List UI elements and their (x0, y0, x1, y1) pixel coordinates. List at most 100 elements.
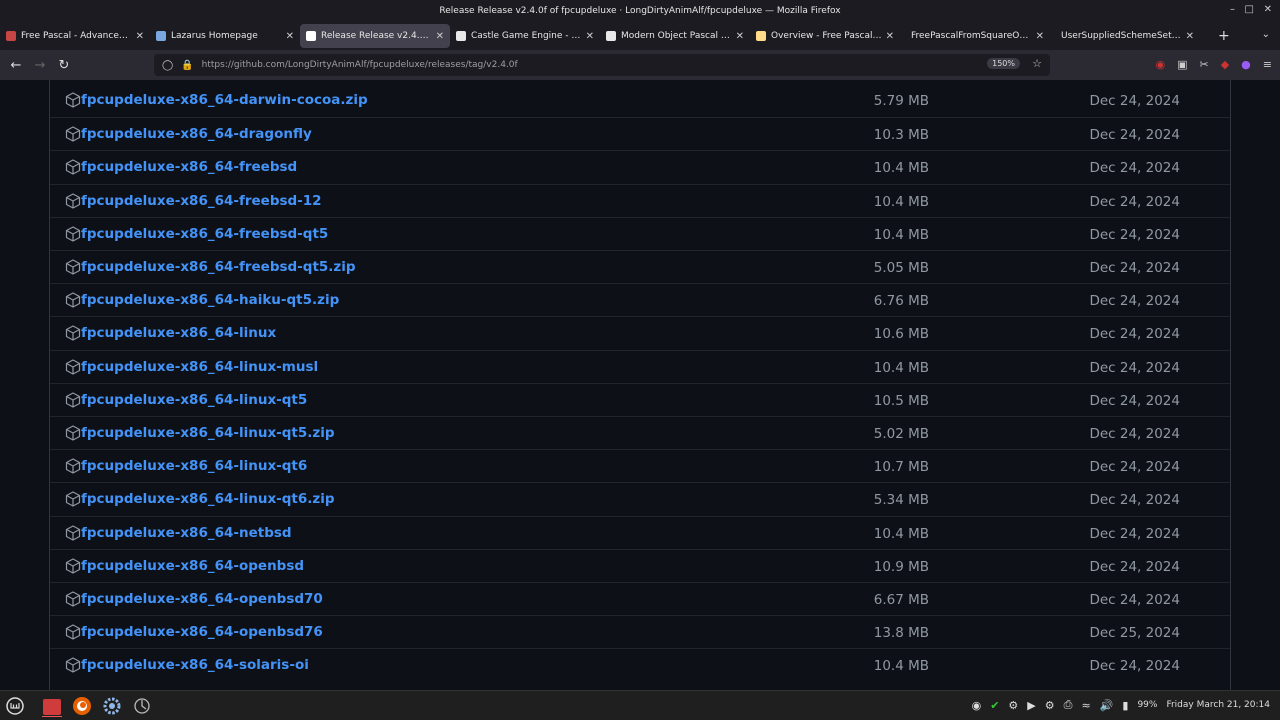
discord-icon[interactable]: ◉ (972, 699, 982, 712)
asset-date: Dec 25, 2024 (1089, 625, 1180, 642)
mint-menu-icon[interactable] (5, 696, 25, 716)
asset-row: fpcupdeluxe-x86_64-dragonfly 10.3 MB Dec 2… (50, 117, 1230, 150)
tab-close-icon[interactable]: ✕ (1036, 31, 1044, 42)
asset-date: Dec 24, 2024 (1089, 127, 1180, 144)
firefox-app-icon[interactable] (72, 696, 92, 716)
minimize-button[interactable]: – (1230, 4, 1235, 15)
forward-button[interactable]: → (28, 58, 52, 73)
package-icon (65, 226, 81, 242)
asset-link[interactable]: fpcupdeluxe-x86_64-linux-qt6.zip (81, 491, 335, 507)
new-tab-button[interactable]: + (1218, 28, 1230, 44)
tab-close-icon[interactable]: ✕ (286, 31, 294, 42)
tab-label: Release Release v2.4.0f of f (321, 31, 432, 41)
asset-link[interactable]: fpcupdeluxe-x86_64-netbsd (81, 525, 292, 541)
asset-link[interactable]: fpcupdeluxe-x86_64-openbsd (81, 558, 304, 574)
asset-date: Dec 24, 2024 (1089, 525, 1180, 542)
asset-date: Dec 24, 2024 (1089, 426, 1180, 442)
bluetooth-icon[interactable]: ▶ (1027, 699, 1035, 712)
asset-date: Dec 24, 2024 (1089, 492, 1180, 509)
asset-link[interactable]: fpcupdeluxe-x86_64-linux-qt5 (81, 392, 307, 408)
package-icon (65, 325, 81, 341)
screenshot-app-icon[interactable] (132, 696, 152, 716)
asset-link[interactable]: fpcupdeluxe-x86_64-openbsd76 (81, 624, 323, 640)
asset-link[interactable]: fpcupdeluxe-x86_64-freebsd-qt5 (81, 226, 328, 242)
asset-link[interactable]: fpcupdeluxe-x86_64-linux-qt5.zip (81, 425, 335, 441)
asset-link[interactable]: fpcupdeluxe-x86_64-openbsd70 (81, 591, 323, 607)
asset-link[interactable]: fpcupdeluxe-x86_64-linux (81, 325, 276, 341)
asset-size: 10.7 MB (873, 459, 929, 476)
asset-link[interactable]: fpcupdeluxe-x86_64-solaris-oi (81, 657, 309, 673)
tab-label: Free Pascal - Advanced ope (21, 31, 132, 41)
asset-size: 10.3 MB (873, 127, 929, 144)
asset-date: Dec 24, 2024 (1089, 459, 1180, 476)
asset-size: 5.05 MB (873, 260, 929, 276)
asset-link[interactable]: fpcupdeluxe-x86_64-freebsd (81, 159, 297, 175)
extension-red-icon[interactable]: ◉ (1155, 58, 1165, 71)
asset-size: 10.5 MB (873, 392, 929, 409)
back-button[interactable]: ← (4, 58, 28, 73)
browser-tab[interactable]: Overview - Free Pascal Cool ✕ (750, 24, 900, 48)
address-bar[interactable]: ◯ 🔒 https://github.com/LongDirtyAnimAlf/… (154, 54, 1050, 76)
screenshot-icon[interactable]: ✂ (1199, 58, 1208, 71)
asset-row: fpcupdeluxe-x86_64-linux-qt6.zip 5.34 MB D… (50, 482, 1230, 515)
browser-tab[interactable]: FreePascalFromSquareOne.pdf ✕ (900, 24, 1050, 48)
files-app-icon[interactable] (42, 697, 62, 717)
battery-icon[interactable]: ▮ (1122, 699, 1128, 712)
tab-close-icon[interactable]: ✕ (736, 31, 744, 42)
asset-date: Dec 24, 2024 (1089, 326, 1180, 343)
tab-close-icon[interactable]: ✕ (1186, 31, 1194, 42)
navigation-toolbar: ← → ↻ ◯ 🔒 https://github.com/LongDirtyAn… (0, 50, 1280, 80)
asset-row: fpcupdeluxe-x86_64-freebsd-12 10.4 MB Dec … (50, 183, 1230, 217)
bookmark-star-icon[interactable]: ☆ (1032, 57, 1042, 70)
tray-app-icon[interactable]: ⚙ (1045, 699, 1055, 712)
volume-icon[interactable]: 🔊 (1100, 699, 1114, 712)
wifi-icon[interactable]: ≈ (1081, 699, 1090, 712)
asset-link[interactable]: fpcupdeluxe-x86_64-freebsd-qt5.zip (81, 259, 356, 275)
reload-button[interactable]: ↻ (52, 58, 76, 73)
asset-row: fpcupdeluxe-x86_64-linux-musl 10.4 MB Dec … (50, 349, 1230, 383)
asset-link[interactable]: fpcupdeluxe-x86_64-linux-qt6 (81, 458, 307, 474)
list-all-tabs-button[interactable]: ⌄ (1262, 29, 1270, 40)
tab-close-icon[interactable]: ✕ (886, 31, 894, 42)
browser-tab[interactable]: Lazarus Homepage ✕ (150, 24, 300, 48)
lock-icon[interactable]: 🔒 (181, 60, 193, 71)
asset-row: fpcupdeluxe-x86_64-linux-qt5.zip 5.02 MB D… (50, 416, 1230, 449)
asset-date: Dec 24, 2024 (1089, 160, 1180, 177)
extensions-icon[interactable]: ▣ (1177, 58, 1187, 71)
asset-size: 10.4 MB (873, 226, 929, 243)
browser-tab[interactable]: Castle Game Engine - Free o ✕ (450, 24, 600, 48)
browser-tab[interactable]: UserSuppliedSchemeSettings - I ✕ (1050, 24, 1200, 48)
update-check-icon[interactable]: ✔ (990, 699, 999, 712)
browser-tab[interactable]: Modern Object Pascal Intro ✕ (600, 24, 750, 48)
asset-row: fpcupdeluxe-x86_64-linux-qt5 10.5 MB Dec 2… (50, 382, 1230, 416)
vpn-icon[interactable]: ⚙ (1008, 699, 1018, 712)
asset-link[interactable]: fpcupdeluxe-x86_64-linux-musl (81, 359, 318, 375)
printer-icon[interactable]: ⎙ (1064, 698, 1073, 712)
profile-icon[interactable]: ● (1241, 58, 1251, 71)
asset-size: 6.67 MB (873, 592, 929, 608)
asset-link[interactable]: fpcupdeluxe-x86_64-haiku-qt5.zip (81, 292, 339, 308)
tab-label: Overview - Free Pascal Cool (771, 31, 882, 41)
package-icon (65, 259, 81, 275)
asset-link[interactable]: fpcupdeluxe-x86_64-dragonfly (81, 126, 312, 142)
browser-tab[interactable]: Release Release v2.4.0f of f ✕ (300, 24, 450, 48)
clock[interactable]: Friday March 21, 20:14 (1166, 700, 1270, 710)
close-window-button[interactable]: ✕ (1264, 4, 1272, 15)
settings-app-icon[interactable] (102, 696, 122, 716)
asset-date: Dec 24, 2024 (1089, 260, 1180, 276)
tab-close-icon[interactable]: ✕ (586, 31, 594, 42)
asset-link[interactable]: fpcupdeluxe-x86_64-darwin-cocoa.zip (81, 92, 368, 108)
shield-icon[interactable]: ◯ (162, 60, 173, 71)
package-icon (65, 358, 81, 375)
url-text[interactable]: https://github.com/LongDirtyAnimAlf/fpcu… (202, 60, 518, 70)
maximize-button[interactable]: □ (1245, 4, 1254, 15)
app-menu-icon[interactable]: ≡ (1263, 58, 1272, 71)
package-icon (65, 657, 81, 673)
zoom-indicator[interactable]: 150% (987, 58, 1020, 69)
asset-link[interactable]: fpcupdeluxe-x86_64-freebsd-12 (81, 193, 322, 209)
tab-close-icon[interactable]: ✕ (436, 31, 444, 42)
browser-tab[interactable]: Free Pascal - Advanced ope ✕ (0, 24, 150, 48)
tab-close-icon[interactable]: ✕ (136, 31, 144, 42)
desktop-taskbar: ◉ ✔ ⚙ ▶ ⚙ ⎙ ≈ 🔊 ▮ 99% Friday March 21, 2… (0, 690, 1280, 720)
ublock-icon[interactable]: ◆ (1221, 58, 1229, 71)
